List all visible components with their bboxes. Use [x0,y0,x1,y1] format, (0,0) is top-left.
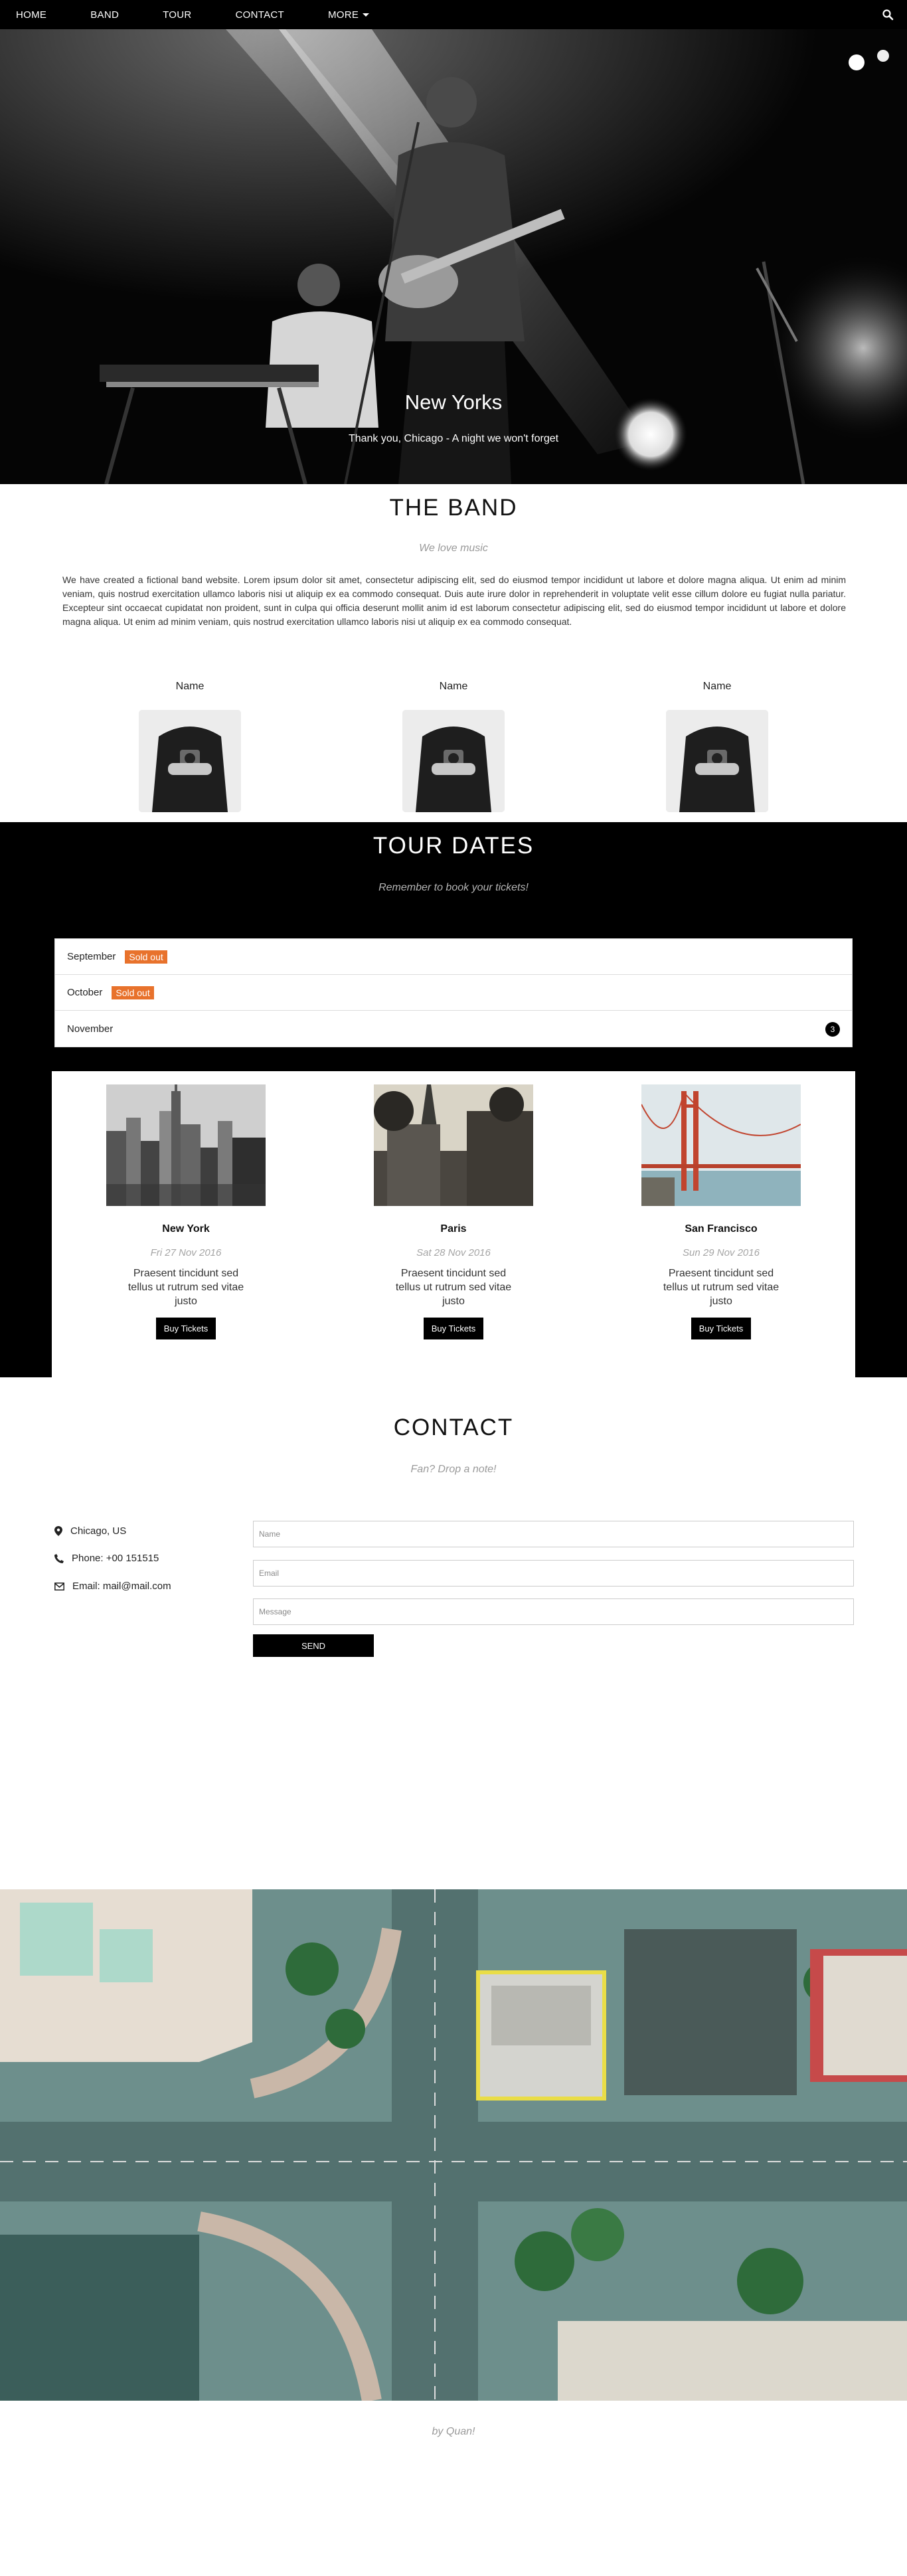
hero-title: New Yorks [404,390,503,414]
tour-title: TOUR DATES [372,833,535,859]
city-name: San Francisco [685,1223,758,1235]
email-text: Email: mail@mail.com [72,1581,171,1592]
month-row-october[interactable]: October Sold out [55,975,852,1011]
member-photo[interactable] [666,710,768,812]
footer-credit: by Quan! [432,2426,475,2437]
navbar: HOME BAND TOUR CONTACT MORE [0,0,907,29]
band-member: Name [657,681,777,812]
band-member: Name [130,681,250,812]
hero-concert-image [0,29,907,484]
contact-section: CONTACT Fan? Drop a note! Chicago, US Ph… [0,1377,907,1889]
sold-out-badge: Sold out [125,950,167,964]
tour-description: Praesent tincidunt sed tellus ut rutrum … [395,1268,512,1307]
nav-more-label: MORE [328,9,359,21]
send-button[interactable]: SEND [253,1634,374,1657]
hero-subtitle: Thank you, Chicago - A night we won't fo… [348,433,559,444]
name-input[interactable] [253,1521,854,1547]
nav-band[interactable]: BAND [90,9,119,21]
month-label: November [67,1023,114,1035]
nav-tour[interactable]: TOUR [163,9,191,21]
city-image[interactable] [106,1084,266,1206]
contact-subtitle: Fan? Drop a note! [410,1464,497,1475]
nav-list: HOME BAND TOUR CONTACT MORE [16,0,413,29]
tour-description: Praesent tincidunt sed tellus ut rutrum … [127,1268,244,1307]
member-name: Name [702,681,732,692]
contact-title: CONTACT [393,1415,514,1440]
tour-subtitle: Remember to book your tickets! [378,882,529,893]
count-badge: 3 [825,1022,840,1037]
message-input[interactable] [253,1598,854,1625]
caret-down-icon [363,13,370,17]
buy-tickets-button[interactable]: Buy Tickets [691,1318,752,1339]
tour-card-san-francisco: San Francisco Sun 29 Nov 2016 Praesent t… [641,1084,801,1339]
month-label: October [67,987,103,998]
city-image[interactable] [374,1084,533,1206]
tour-card-new-york: New York Fri 27 Nov 2016 Praesent tincid… [106,1084,266,1339]
contact-email: Email: mail@mail.com [54,1581,171,1592]
contact-location: Chicago, US [54,1525,126,1537]
phone-icon [54,1553,64,1563]
hero-carousel: New Yorks Thank you, Chicago - A night w… [0,29,907,484]
member-photo[interactable] [139,710,241,812]
sold-out-badge: Sold out [112,986,154,999]
nav-more-dropdown[interactable]: MORE [328,9,370,21]
buy-tickets-button[interactable]: Buy Tickets [423,1318,484,1339]
footer: by Quan! [0,2401,907,2493]
band-subtitle: We love music [419,543,488,554]
city-image[interactable] [641,1084,801,1206]
email-input[interactable] [253,1560,854,1587]
nav-contact[interactable]: CONTACT [236,9,284,21]
month-row-september[interactable]: September Sold out [55,939,852,975]
tour-card-paris: Paris Sat 28 Nov 2016 Praesent tincidunt… [374,1084,533,1339]
member-name: Name [175,681,205,692]
map-marker-icon [54,1526,62,1536]
tour-date: Sat 28 Nov 2016 [416,1247,491,1258]
city-name: New York [162,1223,210,1235]
phone-text: Phone: +00 151515 [72,1553,159,1564]
band-member: Name [394,681,513,812]
nav-home[interactable]: HOME [16,9,46,21]
member-photo[interactable] [402,710,505,812]
city-name: Paris [440,1223,467,1235]
member-name: Name [439,681,468,692]
band-section: THE BAND We love music We have created a… [0,484,907,822]
aerial-city-image [0,1889,907,2401]
band-title: THE BAND [389,495,518,521]
tour-description: Praesent tincidunt sed tellus ut rutrum … [663,1268,780,1307]
contact-phone: Phone: +00 151515 [54,1553,159,1564]
search-icon[interactable] [882,9,894,21]
tour-date: Sun 29 Nov 2016 [683,1247,760,1258]
tour-date: Fri 27 Nov 2016 [150,1247,222,1258]
band-description: We have created a fictional band website… [62,574,846,627]
month-row-november[interactable]: November 3 [55,1011,852,1047]
tour-month-list: September Sold out October Sold out Nove… [54,938,853,1047]
tour-section: TOUR DATES Remember to book your tickets… [0,822,907,1377]
month-label: September [67,951,116,962]
envelope-icon [54,1582,64,1590]
tour-cards: New York Fri 27 Nov 2016 Praesent tincid… [52,1071,855,1377]
buy-tickets-button[interactable]: Buy Tickets [155,1318,216,1339]
location-text: Chicago, US [70,1525,127,1537]
